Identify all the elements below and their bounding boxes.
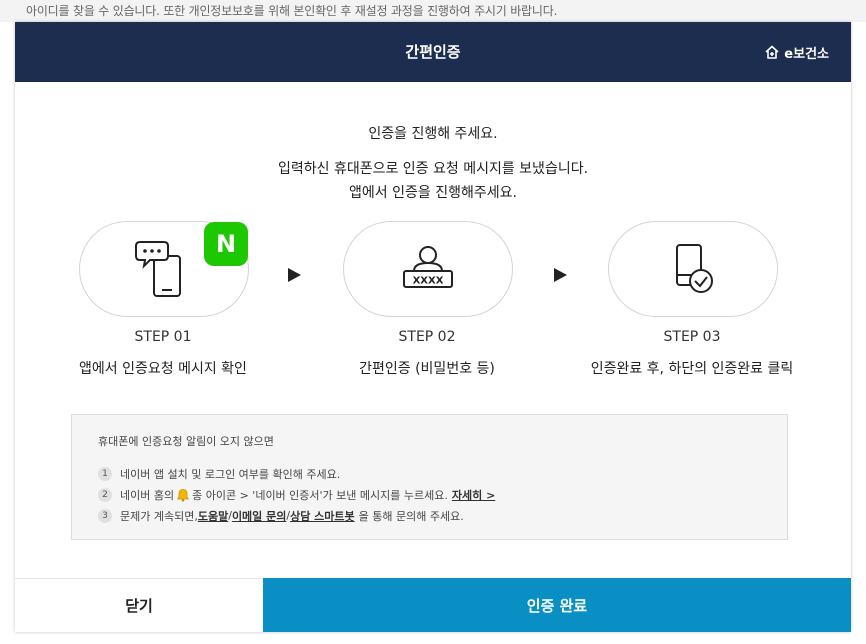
step-02-desc: 간편인증 (비밀번호 등) [359, 361, 495, 377]
notice-text: 네이버 홈의 [120, 488, 175, 502]
notice-item-2: 2 네이버 홈의 종 아이콘 > '네이버 인증서'가 보낸 메시지를 누르세요… [98, 484, 761, 505]
notice-text: 을 통해 문의해 주세요. [358, 509, 464, 523]
modal-title: 간편인증 [405, 43, 461, 61]
background-page: 아이디를 찾을 수 있습니다. 또한 개인정보보호를 위해 본인확인 후 재설정… [0, 0, 866, 22]
notice-number: 2 [98, 487, 112, 502]
intro-heading: 인증을 진행해 주세요. [368, 126, 498, 142]
details-link[interactable]: 자세히 > [452, 487, 495, 503]
notice-item-1: 1 네이버 앱 설치 및 로그인 여부를 확인해 주세요. [98, 463, 761, 484]
modal-header: 간편인증 e보건소 [15, 22, 851, 82]
step-01-desc: 앱에서 인증요청 메시지 확인 [79, 361, 247, 377]
phone-check-icon [676, 244, 713, 293]
notice-title: 휴대폰에 인증요청 알림이 오지 않으면 [98, 435, 274, 448]
intro-line-3: 앱에서 인증을 진행해주세요. [349, 185, 517, 201]
notice-item-3: 3 문제가 계속되면, 도움말 / 이메일 문의 / 상담 스마트봇 을 통해 … [98, 505, 761, 526]
step-03-label: STEP 03 [663, 329, 721, 345]
step-03-card [608, 221, 778, 317]
notice-text: 네이버 앱 설치 및 로그인 여부를 확인해 주세요. [120, 467, 341, 481]
home-plus-icon [765, 45, 779, 59]
phone-message-icon [135, 241, 181, 297]
bell-icon [176, 488, 190, 502]
notice-text: 문제가 계속되면, [120, 509, 198, 523]
arrow-icon [288, 268, 301, 282]
notice-number: 3 [98, 508, 112, 523]
help-notice-box: 휴대폰에 인증요청 알림이 오지 않으면 1 네이버 앱 설치 및 로그인 여부… [71, 414, 788, 540]
auth-complete-button[interactable]: 인증 완료 [263, 578, 851, 632]
step-02-label: STEP 02 [398, 329, 456, 345]
brand-text: e보건소 [784, 46, 829, 62]
user-password-icon: XXXX [403, 246, 453, 288]
modal-footer: 닫기 인증 완료 [15, 578, 851, 632]
notice-number: 1 [98, 466, 112, 481]
step-02-card: XXXX [343, 221, 513, 317]
close-button[interactable]: 닫기 [15, 579, 263, 632]
naver-badge: N [204, 222, 248, 266]
arrow-icon [554, 268, 567, 282]
email-inquiry-link[interactable]: 이메일 문의 [232, 508, 286, 524]
help-link[interactable]: 도움말 [198, 508, 228, 524]
auth-modal: 간편인증 e보건소 인증을 진행해 주세요. 입력하신 휴대폰으로 인증 요청 … [15, 22, 851, 632]
brand-logo: e보건소 [764, 42, 829, 62]
step-01-label: STEP 01 [134, 329, 192, 345]
smartbot-link[interactable]: 상담 스마트봇 [290, 508, 355, 524]
notice-text: 종 아이콘 > '네이버 인증서'가 보낸 메시지를 누르세요. [192, 488, 448, 502]
background-text: 아이디를 찾을 수 있습니다. 또한 개인정보보호를 위해 본인확인 후 재설정… [26, 4, 558, 18]
intro-line-2: 입력하신 휴대폰으로 인증 요청 메시지를 보냈습니다. [277, 161, 589, 177]
password-mask: XXXX [413, 276, 444, 287]
step-03-desc: 인증완료 후, 하단의 인증완료 클릭 [590, 361, 794, 377]
